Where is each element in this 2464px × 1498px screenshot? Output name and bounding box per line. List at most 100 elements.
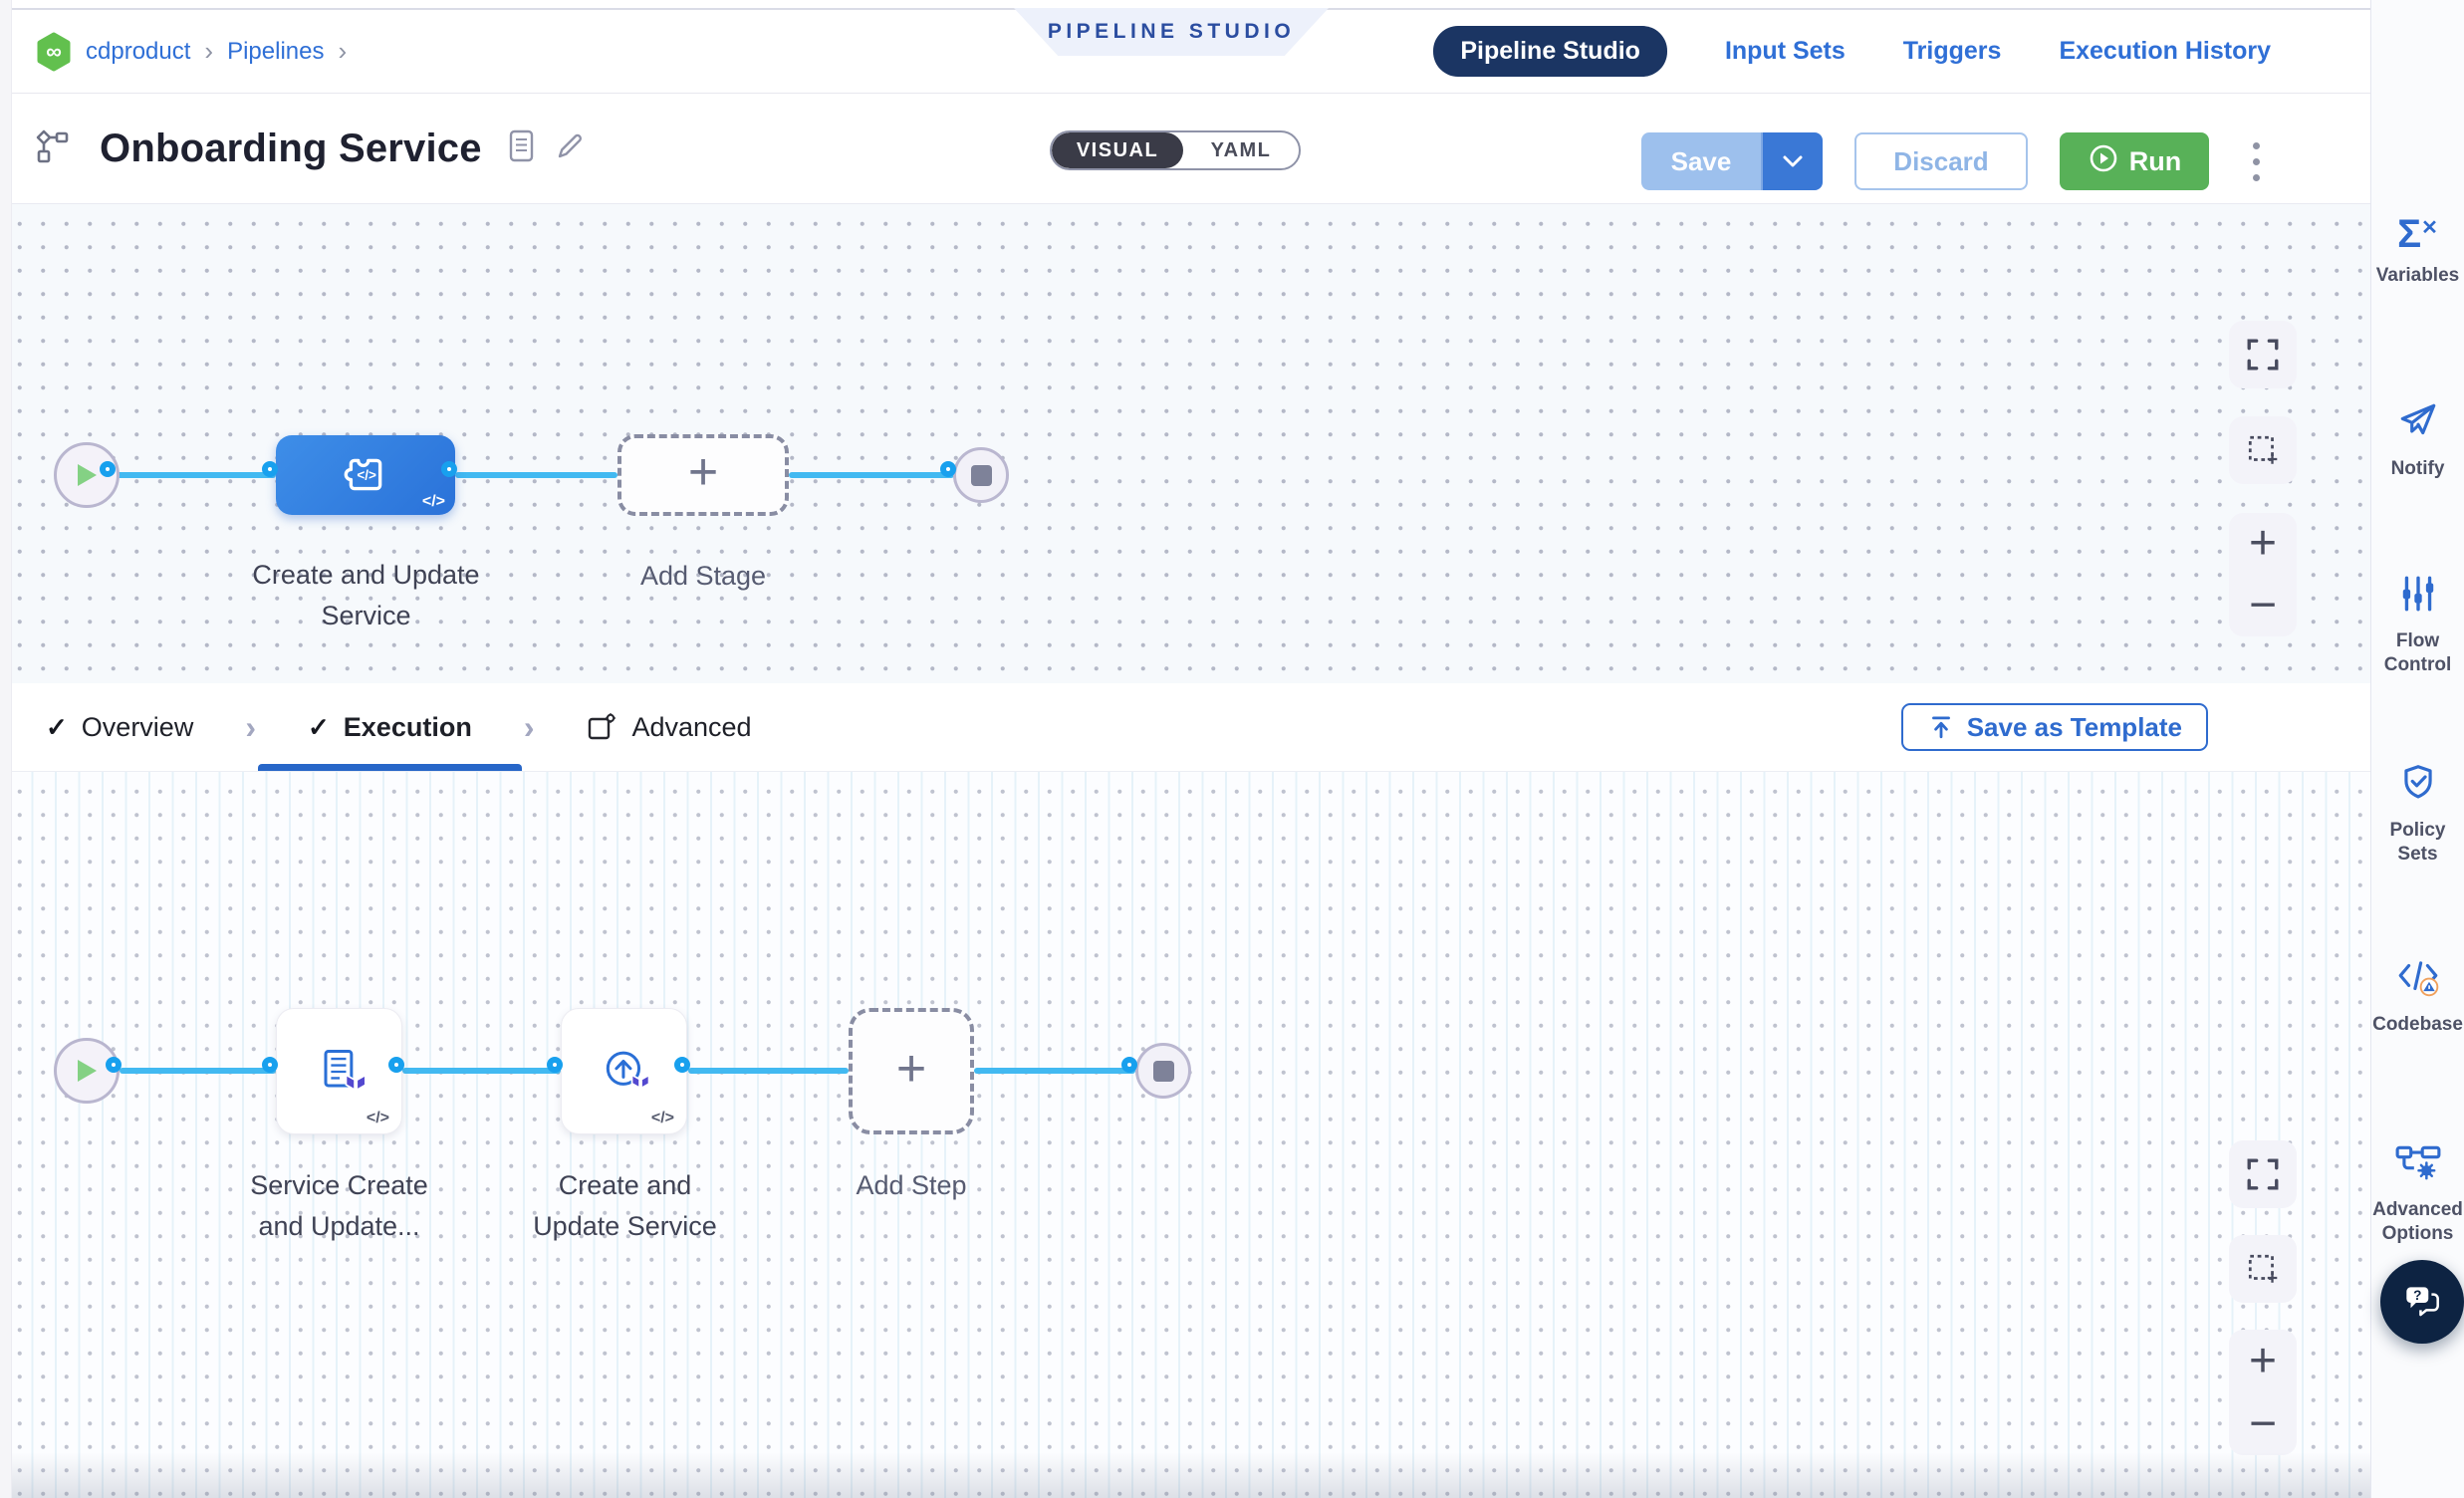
tab-triggers[interactable]: Triggers (1903, 37, 2002, 66)
tab-overview[interactable]: ✓ Overview (46, 683, 193, 771)
step-node-create-and-update-service[interactable]: </> (561, 1008, 687, 1134)
sidebar-item-variables[interactable]: Σ✕ Variables (2371, 214, 2464, 288)
plus-icon: + (688, 446, 718, 498)
save-as-template-label: Save as Template (1967, 712, 2182, 743)
add-step-button[interactable]: + (849, 1008, 974, 1134)
tab-execution-history[interactable]: Execution History (2059, 37, 2271, 66)
add-step-label: Add Step (812, 1170, 1011, 1201)
sidebar-item-policy-sets[interactable]: Policy Sets (2371, 762, 2464, 867)
toolbar-row: Onboarding Service VISUAL YAML (0, 94, 2370, 204)
sidebar-item-codebase[interactable]: Codebase (2371, 956, 2464, 1037)
toggle-visual[interactable]: VISUAL (1052, 132, 1183, 168)
step-code-badge: </> (367, 1110, 389, 1127)
help-chat-button[interactable]: ? (2380, 1260, 2464, 1344)
zoom-in-button[interactable]: + (2249, 1338, 2277, 1385)
stage-canvas[interactable]: </> </> Create and Update Service + Add … (0, 204, 2370, 683)
tab-advanced[interactable]: Advanced (586, 683, 751, 771)
edge-port[interactable] (100, 461, 116, 477)
breadcrumb-pipelines-link[interactable]: Pipelines (227, 38, 324, 66)
zoom-out-button[interactable]: − (2249, 582, 2277, 629)
pipeline-studio-banner: PIPELINE STUDIO (1014, 8, 1329, 56)
stage-config-tabbar: ✓ Overview › ✓ Execution › (0, 683, 2370, 772)
right-side-panel: Σ✕ Variables Notify Flow Control (2370, 0, 2464, 1498)
canvas-fullscreen-button[interactable] (2229, 1140, 2297, 1208)
pipeline-edge (789, 472, 954, 478)
pipeline-graph-icon (30, 125, 82, 173)
tab-pipeline-studio[interactable]: Pipeline Studio (1433, 26, 1667, 77)
header-row: ∞ cdproduct › Pipelines › PIPELINE STUDI… (0, 10, 2370, 94)
upload-icon (1927, 713, 1955, 741)
pipeline-edge (688, 1068, 849, 1074)
tab-execution[interactable]: ✓ Execution (308, 683, 472, 771)
edge-port[interactable] (106, 1057, 122, 1073)
edge-port[interactable] (262, 1057, 278, 1073)
discard-button[interactable]: Discard (1854, 132, 2028, 190)
codebase-warning-icon (2395, 956, 2441, 1003)
save-button[interactable]: Save (1641, 132, 1761, 190)
tab-advanced-label: Advanced (631, 712, 751, 743)
stage-code-badge: </> (422, 493, 445, 511)
top-navigation: Pipeline Studio Input Sets Triggers Exec… (1433, 10, 2271, 93)
svg-text:∞: ∞ (46, 39, 62, 64)
main-area: ∞ cdproduct › Pipelines › PIPELINE STUDI… (0, 0, 2370, 1498)
step-node-service-create-and-update[interactable]: </> (276, 1008, 402, 1134)
save-as-template-button[interactable]: Save as Template (1901, 703, 2208, 751)
sidebar-item-notify[interactable]: Notify (2371, 398, 2464, 481)
pipeline-edge (455, 472, 617, 478)
edge-port[interactable] (547, 1057, 563, 1073)
harness-cd-logo-icon: ∞ (34, 32, 74, 72)
execution-canvas[interactable]: </> Service Create and Update... </> Cre… (0, 772, 2370, 1498)
run-button[interactable]: Run (2060, 132, 2209, 190)
edge-port[interactable] (674, 1057, 690, 1073)
plus-icon: + (896, 1043, 926, 1095)
edge-port[interactable] (388, 1057, 404, 1073)
step1-label: Service Create and Update... (232, 1165, 446, 1247)
sidebar-item-advanced-options[interactable]: Advanced Options (2371, 1143, 2464, 1246)
execution-end-node[interactable] (1135, 1043, 1191, 1099)
more-options-kebab-icon[interactable] (2241, 132, 2271, 190)
canvas-fullscreen-button[interactable] (2229, 321, 2297, 388)
pipeline-studio-app: ∞ cdproduct › Pipelines › PIPELINE STUDI… (0, 0, 2464, 1498)
edit-pencil-icon[interactable] (553, 130, 585, 167)
flow-control-sliders-icon (2397, 573, 2439, 620)
breadcrumb-separator: › (202, 36, 215, 67)
zoom-out-button[interactable]: − (2249, 1400, 2277, 1448)
edge-port[interactable] (441, 461, 457, 477)
zoom-in-button[interactable]: + (2249, 520, 2277, 568)
tab-overview-label: Overview (82, 712, 194, 743)
stage-node-create-and-update-service[interactable]: </> </> (276, 435, 455, 515)
run-button-label: Run (2129, 146, 2181, 177)
breadcrumb-separator: › (336, 36, 349, 67)
sidebar-item-flow-control[interactable]: Flow Control (2371, 573, 2464, 677)
add-stage-button[interactable]: + (617, 434, 789, 516)
breadcrumb-project-link[interactable]: cdproduct (86, 38, 190, 66)
check-icon: ✓ (308, 712, 330, 743)
advanced-gear-doc-icon (586, 711, 617, 743)
toggle-yaml[interactable]: YAML (1183, 132, 1299, 168)
pipeline-title-group: Onboarding Service (30, 94, 585, 203)
pipeline-edge (120, 1068, 276, 1074)
tab-chevron-icon: › (245, 709, 256, 746)
svg-text:?: ? (2413, 1288, 2421, 1303)
edge-port[interactable] (940, 461, 956, 477)
pipeline-end-node[interactable] (953, 447, 1009, 503)
tab-execution-label: Execution (344, 712, 472, 743)
canvas-select-mode-button[interactable] (2229, 416, 2297, 484)
check-icon: ✓ (46, 712, 68, 743)
visual-yaml-toggle: VISUAL YAML (1050, 130, 1301, 170)
tab-chevron-icon: › (524, 709, 535, 746)
canvas-select-mode-button[interactable] (2229, 1235, 2297, 1303)
save-split-button: Save (1641, 132, 1823, 190)
toolbar-actions: Save Discard Run (1641, 132, 2271, 190)
canvas-zoom-panel: + − (2229, 513, 2297, 636)
description-doc-icon[interactable] (508, 128, 535, 169)
save-options-caret[interactable] (1761, 132, 1823, 190)
tab-input-sets[interactable]: Input Sets (1725, 37, 1846, 66)
sidebar-item-label: Policy Sets (2372, 819, 2464, 867)
edge-port[interactable] (1121, 1057, 1137, 1073)
advanced-options-pipeline-gear-icon (2394, 1143, 2442, 1188)
run-play-icon (2088, 142, 2119, 181)
page-title: Onboarding Service (100, 126, 482, 171)
edge-port[interactable] (262, 461, 278, 477)
stage-label: Create and Update Service (249, 555, 483, 636)
